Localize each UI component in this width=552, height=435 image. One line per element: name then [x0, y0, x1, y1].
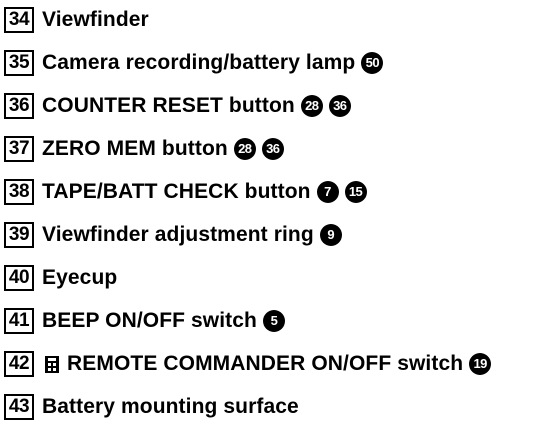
list-item: 40 Eyecup — [4, 264, 117, 292]
page-reference: 7 — [316, 181, 339, 203]
item-label: REMOTE COMMANDER ON/OFF switch — [67, 352, 464, 375]
page-reference: 50 — [361, 52, 384, 74]
item-number: 41 — [4, 308, 34, 334]
list-item: 41 BEEP ON/OFF switch 5 — [4, 307, 285, 335]
item-number: 38 — [4, 179, 34, 205]
item-number: 39 — [4, 222, 34, 248]
item-label: ZERO MEM button — [42, 137, 228, 160]
item-number: 43 — [4, 394, 34, 420]
item-number: 34 — [4, 7, 34, 33]
page-reference: 28 — [233, 138, 256, 160]
item-label: Viewfinder — [42, 8, 149, 31]
item-label: Viewfinder adjustment ring — [42, 223, 314, 246]
page-reference: 5 — [262, 310, 285, 332]
remote-commander-icon — [44, 355, 60, 374]
item-number: 37 — [4, 136, 34, 162]
item-label: Camera recording/battery lamp — [42, 51, 356, 74]
item-number: 36 — [4, 93, 34, 119]
list-item: 35 Camera recording/battery lamp 50 — [4, 49, 384, 77]
list-item: 39 Viewfinder adjustment ring 9 — [4, 221, 342, 249]
item-label: BEEP ON/OFF switch — [42, 309, 257, 332]
list-item: 37 ZERO MEM button 28 36 — [4, 135, 284, 163]
item-label: TAPE/BATT CHECK button — [42, 180, 311, 203]
list-item: 38 TAPE/BATT CHECK button 7 15 — [4, 178, 367, 206]
item-number: 42 — [4, 351, 34, 377]
page-reference: 9 — [319, 224, 342, 246]
list-item: 34 Viewfinder — [4, 6, 149, 34]
page-reference: 28 — [300, 95, 323, 117]
list-item: 43 Battery mounting surface — [4, 393, 299, 421]
list-item: 36 COUNTER RESET button 28 36 — [4, 92, 351, 120]
item-label: COUNTER RESET button — [42, 94, 295, 117]
list-item: 42 REMOTE COMMANDER ON/OFF switch 19 — [4, 350, 492, 378]
page-reference: 36 — [261, 138, 284, 160]
page-reference: 19 — [469, 353, 492, 375]
item-number: 40 — [4, 265, 34, 291]
page-reference: 36 — [328, 95, 351, 117]
item-label: Eyecup — [42, 266, 118, 289]
item-number: 35 — [4, 50, 34, 76]
item-label: Battery mounting surface — [42, 395, 299, 418]
page-reference: 15 — [344, 181, 367, 203]
